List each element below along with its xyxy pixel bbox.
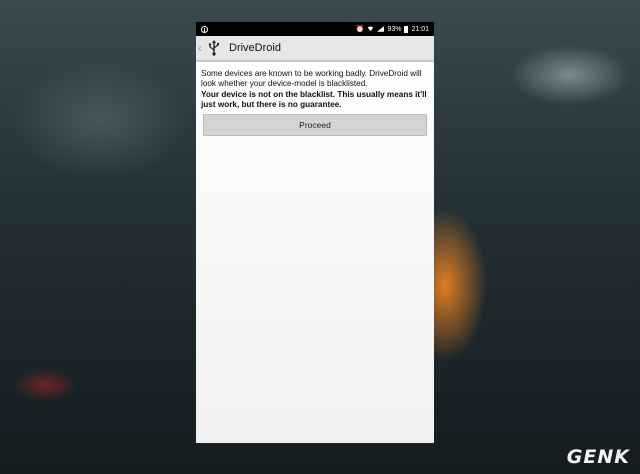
back-chevron-icon[interactable]: ‹ xyxy=(198,42,205,54)
proceed-button[interactable]: Proceed xyxy=(203,114,427,136)
blacklist-result-text: Your device is not on the blacklist. Thi… xyxy=(201,90,427,109)
clock: 21:01 xyxy=(411,25,429,33)
battery-percent: 93% xyxy=(387,25,402,33)
alarm-icon: ⏰ xyxy=(355,26,365,33)
signal-icon xyxy=(377,26,385,32)
usb-icon[interactable] xyxy=(205,39,223,57)
battery-icon xyxy=(404,25,409,33)
usb-icon xyxy=(201,25,208,33)
content-area: Some devices are known to be working bad… xyxy=(196,62,434,136)
blacklist-info-text: Some devices are known to be working bad… xyxy=(201,69,422,88)
app-bar: ‹ DriveDroid xyxy=(196,36,434,62)
wifi-icon xyxy=(368,26,374,32)
genk-watermark-logo: GENK xyxy=(566,446,630,468)
phone-screen: ⏰ 93% 21:01 ‹ DriveDroid Some devices ar… xyxy=(196,22,434,443)
status-bar: ⏰ 93% 21:01 xyxy=(196,22,434,36)
app-title: DriveDroid xyxy=(229,42,281,54)
